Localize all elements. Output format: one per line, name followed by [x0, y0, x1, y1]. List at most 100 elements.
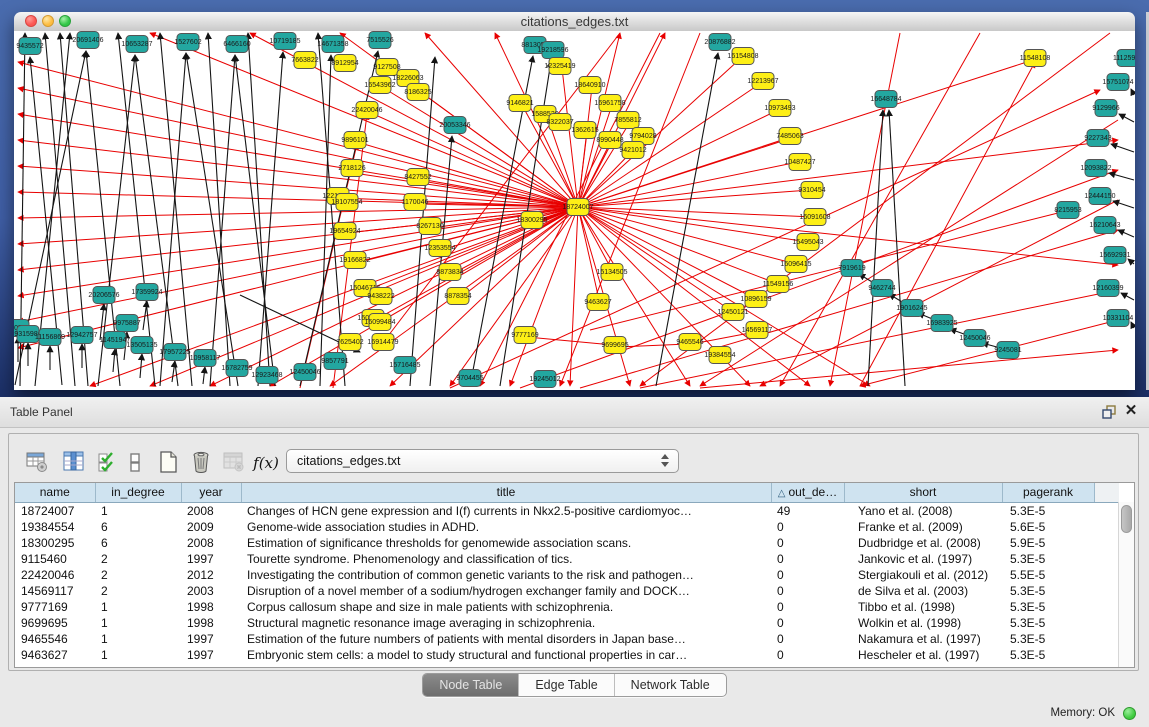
- graph-node[interactable]: [339, 334, 361, 351]
- graph-node[interactable]: [514, 327, 536, 344]
- table-row[interactable]: 1872400712008Changes of HCN gene express…: [15, 502, 1119, 519]
- column-header-name[interactable]: name: [15, 483, 95, 502]
- graph-node[interactable]: [71, 327, 93, 344]
- graph-edge[interactable]: [1119, 114, 1134, 122]
- graph-node[interactable]: [1094, 217, 1116, 234]
- graph-edge[interactable]: [248, 33, 270, 386]
- graph-node[interactable]: [601, 264, 623, 281]
- graph-node[interactable]: [226, 36, 248, 53]
- graph-edge[interactable]: [760, 200, 1118, 386]
- graph-edge[interactable]: [18, 207, 578, 322]
- graph-node[interactable]: [604, 337, 626, 354]
- graph-edge[interactable]: [617, 344, 688, 347]
- tab-edge-table[interactable]: Edge Table: [519, 674, 614, 696]
- float-panel-icon[interactable]: [1101, 404, 1117, 420]
- column-header-pagerank[interactable]: pagerank: [1002, 483, 1094, 502]
- graph-edge[interactable]: [1131, 89, 1134, 95]
- network-canvas[interactable]: 9435572206914061065328715276026466160107…: [14, 31, 1135, 390]
- graph-edge[interactable]: [570, 207, 578, 386]
- graph-edge[interactable]: [18, 166, 578, 207]
- graph-node[interactable]: [93, 287, 115, 304]
- graph-edge[interactable]: [1121, 293, 1134, 300]
- graph-node[interactable]: [164, 344, 186, 361]
- graph-node[interactable]: [1104, 247, 1126, 264]
- table-scrollbar[interactable]: [1118, 502, 1134, 667]
- graph-node[interactable]: [767, 276, 789, 293]
- graph-node[interactable]: [542, 42, 564, 59]
- graph-node[interactable]: [177, 34, 199, 51]
- table-row[interactable]: 977716911998Corpus callosum shape and si…: [15, 599, 1119, 615]
- graph-edge[interactable]: [18, 88, 578, 207]
- function-builder-button[interactable]: f(x): [252, 448, 280, 476]
- graph-node[interactable]: [622, 142, 644, 159]
- graph-node[interactable]: [369, 32, 391, 49]
- graph-node[interactable]: [459, 370, 481, 387]
- graph-node[interactable]: [549, 58, 571, 75]
- graph-edge[interactable]: [1113, 201, 1134, 208]
- graph-node[interactable]: [341, 160, 363, 177]
- graph-node[interactable]: [875, 91, 897, 108]
- graph-node[interactable]: [509, 95, 531, 112]
- graph-edge[interactable]: [860, 62, 1035, 386]
- graph-edge[interactable]: [578, 132, 587, 207]
- graph-node[interactable]: [376, 59, 398, 76]
- graph-node[interactable]: [679, 334, 701, 351]
- graph-node[interactable]: [1107, 74, 1129, 91]
- graph-node[interactable]: [407, 84, 429, 101]
- graph-edge[interactable]: [700, 350, 1118, 388]
- graph-node[interactable]: [126, 36, 148, 53]
- graph-node[interactable]: [419, 218, 441, 235]
- graph-node[interactable]: [534, 371, 556, 388]
- graph-node[interactable]: [804, 209, 826, 226]
- graph-node[interactable]: [1085, 160, 1107, 177]
- graph-node[interactable]: [369, 314, 391, 331]
- graph-node[interactable]: [599, 95, 621, 112]
- graph-node[interactable]: [785, 256, 807, 273]
- graph-node[interactable]: [334, 55, 356, 72]
- column-header-out_degree[interactable]: △out_de…: [771, 483, 844, 502]
- table-row[interactable]: 1938455462009Genome-wide association stu…: [15, 519, 1119, 535]
- graph-node[interactable]: [429, 240, 451, 257]
- graph-node[interactable]: [439, 264, 461, 281]
- graph-node[interactable]: [587, 294, 609, 311]
- graph-node[interactable]: [797, 234, 819, 251]
- graph-node[interactable]: [344, 132, 366, 149]
- graph-node[interactable]: [1087, 130, 1109, 147]
- graph-edge[interactable]: [18, 114, 578, 207]
- graph-edge[interactable]: [208, 33, 230, 386]
- graph-node[interactable]: [447, 288, 469, 305]
- table-row[interactable]: 946554611997Estimation of the future num…: [15, 631, 1119, 647]
- graph-edge[interactable]: [1109, 173, 1134, 180]
- graph-node[interactable]: [789, 154, 811, 171]
- column-header-year[interactable]: year: [181, 483, 241, 502]
- graph-node[interactable]: [1097, 280, 1119, 297]
- graph-edge[interactable]: [1128, 259, 1134, 264]
- table-row[interactable]: 1456911722003Disruption of a novel membe…: [15, 583, 1119, 599]
- column-header-in_degree[interactable]: in_degree: [95, 483, 181, 502]
- table-row[interactable]: 911546021997Tourette syndrome. Phenomeno…: [15, 551, 1119, 567]
- graph-node[interactable]: [344, 252, 366, 269]
- table-row[interactable]: 1830029562008Estimation of significance …: [15, 535, 1119, 551]
- memory-ok-indicator[interactable]: [1123, 707, 1136, 720]
- graph-node[interactable]: [617, 112, 639, 129]
- graph-node[interactable]: [407, 169, 429, 186]
- delete-table-button[interactable]: [220, 448, 248, 476]
- graph-edge[interactable]: [580, 230, 1118, 388]
- table-row[interactable]: 2242004622012Investigating the contribut…: [15, 567, 1119, 583]
- graph-node[interactable]: [746, 322, 768, 339]
- column-header-title[interactable]: title: [241, 483, 771, 502]
- graph-node[interactable]: [779, 128, 801, 145]
- graph-edge[interactable]: [160, 53, 186, 386]
- graph-node[interactable]: [370, 288, 392, 305]
- graph-node[interactable]: [871, 280, 893, 297]
- graph-edge[interactable]: [172, 361, 175, 382]
- tab-node-table[interactable]: Node Table: [423, 674, 519, 696]
- graph-node[interactable]: [931, 315, 953, 332]
- graph-node[interactable]: [356, 102, 378, 119]
- graph-node[interactable]: [131, 337, 153, 354]
- graph-edge[interactable]: [1118, 230, 1134, 237]
- graph-node[interactable]: [901, 300, 923, 317]
- graph-node[interactable]: [574, 122, 596, 139]
- close-window-button[interactable]: [25, 15, 37, 27]
- graph-node[interactable]: [567, 199, 589, 216]
